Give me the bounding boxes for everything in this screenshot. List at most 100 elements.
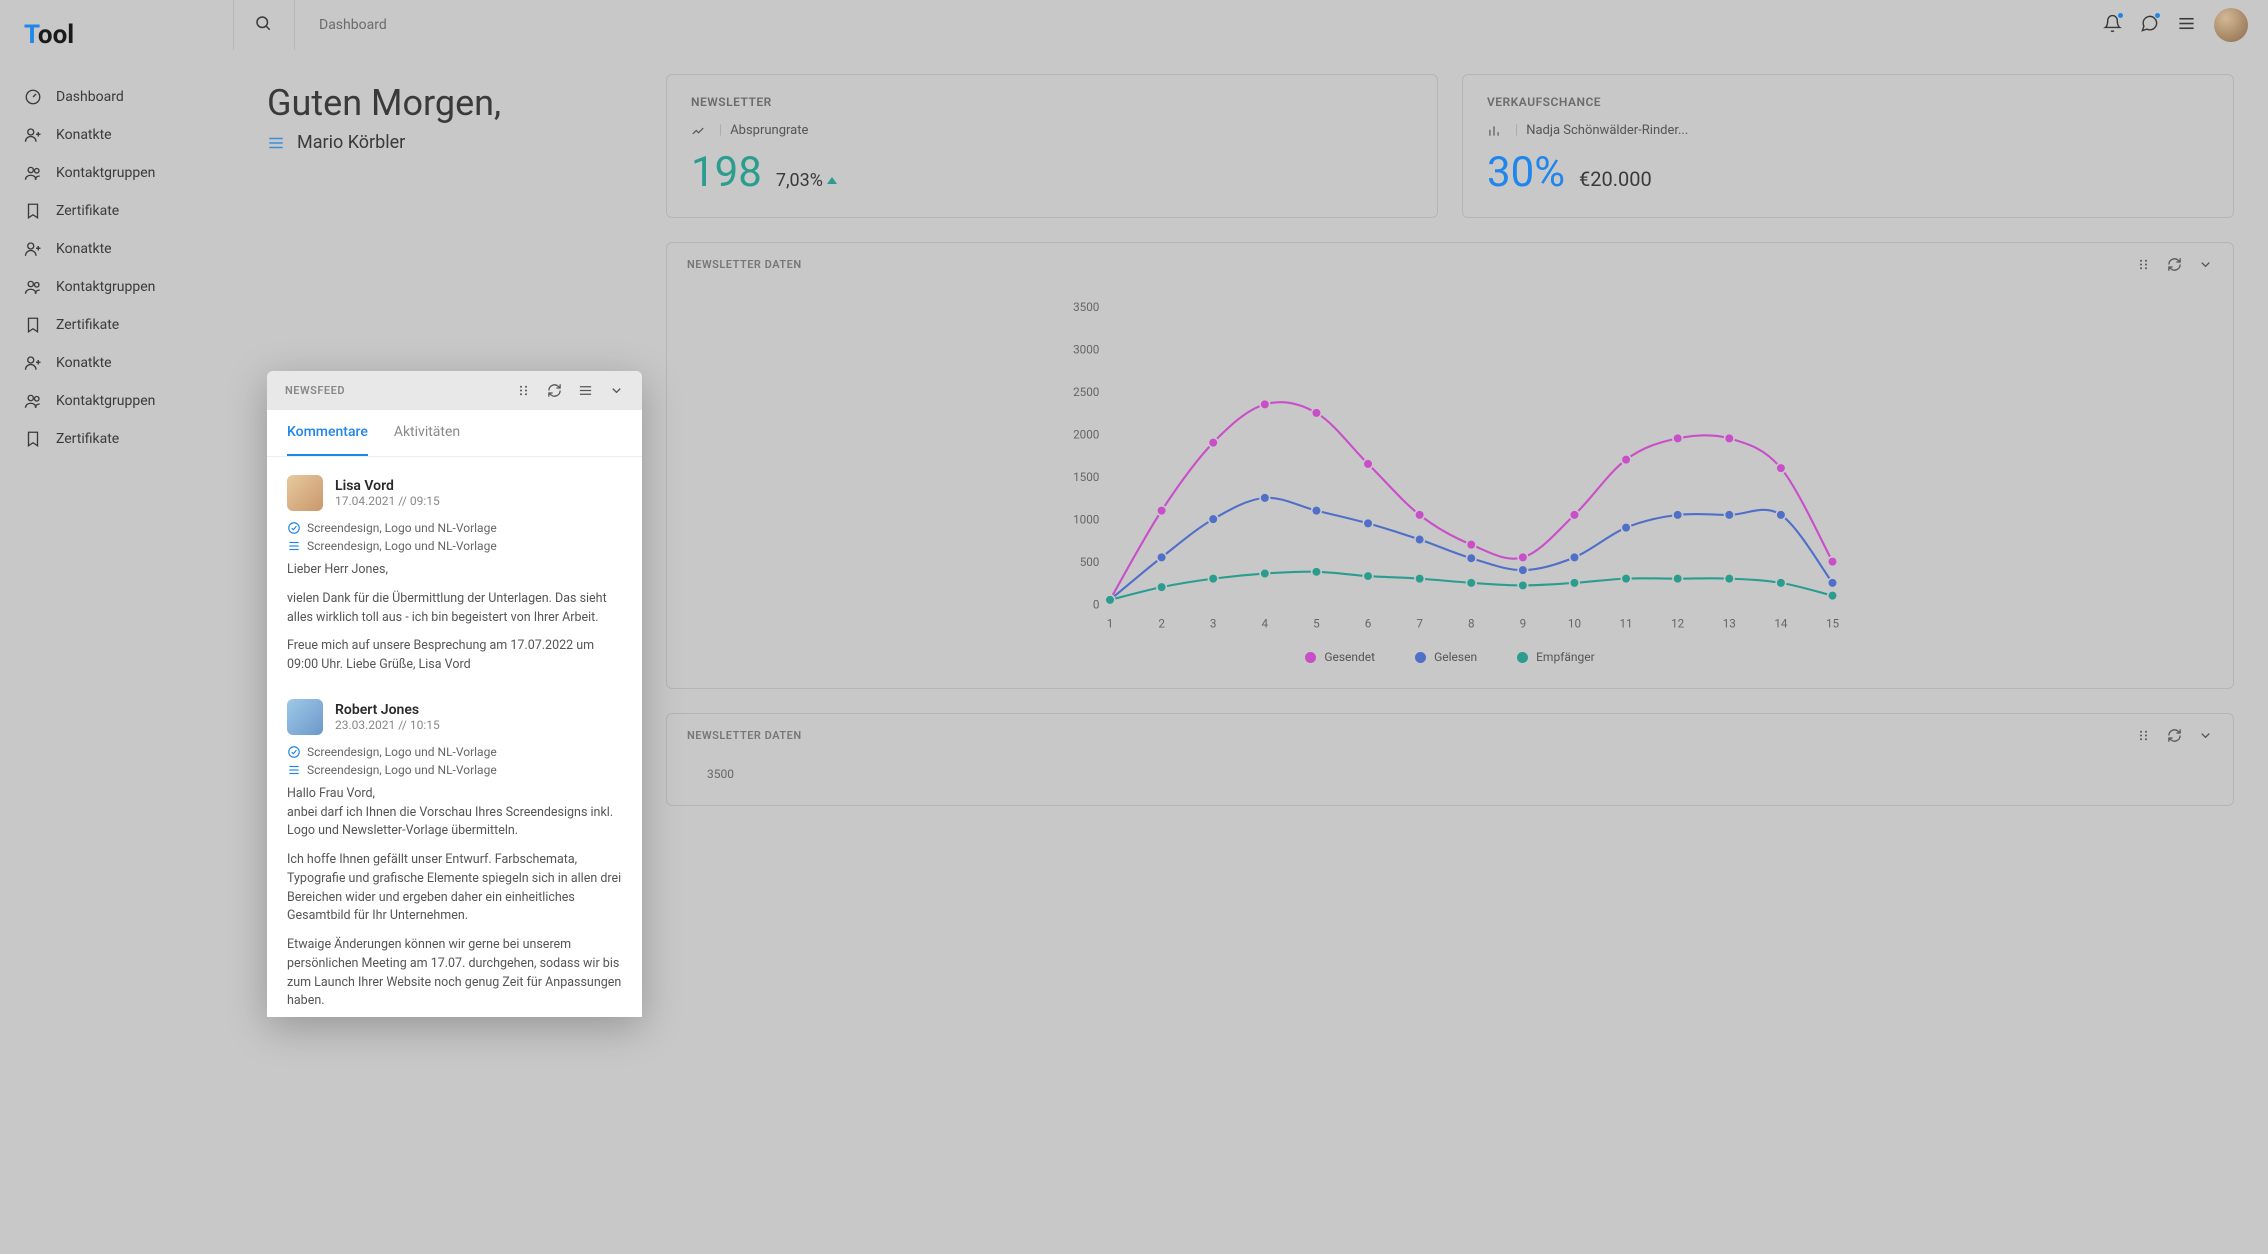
sidebar-item-label: Konatkte	[56, 355, 112, 371]
refresh-icon[interactable]	[2167, 257, 2182, 272]
sidebar-item-kontaktgruppen[interactable]: Kontaktgruppen	[0, 268, 233, 306]
bar-chart-icon	[1487, 124, 1501, 138]
kpi-title: VERKAUFSCHANCE	[1487, 95, 2209, 109]
comment-name: Lisa Vord	[335, 478, 440, 494]
drag-icon[interactable]	[516, 383, 531, 398]
chevron-down-icon[interactable]	[2198, 257, 2213, 272]
comment-tag: Screendesign, Logo und NL-Vorlage	[287, 745, 622, 759]
svg-text:1500: 1500	[1073, 470, 1099, 484]
list-icon[interactable]	[578, 383, 593, 398]
bell-icon[interactable]	[2103, 14, 2122, 37]
comment-date: 17.04.2021 // 09:15	[335, 494, 440, 508]
sidebar-item-konatkte[interactable]: Konatkte	[0, 344, 233, 382]
svg-text:10: 10	[1568, 617, 1581, 631]
legend-item[interactable]: Gelesen	[1415, 650, 1477, 664]
sidebar-item-label: Kontaktgruppen	[56, 393, 155, 409]
breadcrumb: Dashboard	[319, 17, 387, 33]
kpi-value: 198	[691, 148, 762, 197]
chart-legend: Gesendet Gelesen Empfänger	[687, 650, 2213, 664]
svg-text:2: 2	[1158, 617, 1165, 631]
newsfeed-body: Lisa Vord17.04.2021 // 09:15 Screendesign…	[267, 457, 642, 1017]
line-chart: 0500100015002000250030003500123456789101…	[687, 296, 2213, 636]
chart2-ytick: 3500	[687, 767, 2213, 781]
sidebar-item-zertifikate[interactable]: Zertifikate	[0, 192, 233, 230]
chart-title: NEWSLETTER DATEN	[687, 729, 802, 742]
comment-date: 23.03.2021 // 10:15	[335, 718, 440, 732]
refresh-icon[interactable]	[547, 383, 562, 398]
sidebar-item-kontaktgruppen[interactable]: Kontaktgruppen	[0, 154, 233, 192]
sidebar-item-konatkte[interactable]: Konatkte	[0, 230, 233, 268]
chart-card-1: NEWSLETTER DATEN 0 500 1000 1500 2000 2500 300…	[666, 242, 2234, 689]
sidebar-item-kontaktgruppen[interactable]: Kontaktgruppen	[0, 382, 233, 420]
svg-text:15: 15	[1826, 617, 1840, 631]
tab-aktivitäten[interactable]: Aktivitäten	[394, 410, 460, 456]
newsfeed-card: NEWSFEED Kommentare Aktivitäten Lisa Vord…	[267, 371, 642, 1017]
legend-item[interactable]: Gesendet	[1305, 650, 1375, 664]
kpi-sublabel: Absprungrate	[730, 123, 808, 138]
comment-body: Lieber Herr Jones,vielen Dank für die Üb…	[287, 561, 622, 675]
comment-body: Hallo Frau Vord,anbei darf ich Ihnen die…	[287, 785, 622, 1017]
greeting-text: Guten Morgen,	[267, 82, 642, 124]
chat-icon[interactable]	[2140, 14, 2159, 37]
kpi-title: NEWSLETTER	[691, 95, 1413, 109]
svg-text:13: 13	[1723, 617, 1736, 631]
comment-tag: Screendesign, Logo und NL-Vorlage	[287, 763, 622, 777]
chart-title: NEWSLETTER DATEN	[687, 258, 802, 271]
svg-text:3500: 3500	[1073, 300, 1099, 314]
sidebar: Tool Dashboard Konatkte Kontaktgruppen Zert…	[0, 0, 233, 1254]
svg-text:14: 14	[1774, 617, 1788, 631]
svg-text:500: 500	[1080, 555, 1100, 569]
svg-text:1000: 1000	[1073, 512, 1099, 526]
kpi-value: 30%	[1487, 148, 1565, 197]
avatar[interactable]	[2214, 8, 2248, 42]
sidebar-item-label: Zertifikate	[56, 317, 119, 333]
list-icon	[267, 134, 285, 152]
drag-icon[interactable]	[2136, 257, 2151, 272]
chevron-down-icon[interactable]	[2198, 728, 2213, 743]
svg-text:0: 0	[1093, 597, 1100, 611]
comment-name: Robert Jones	[335, 702, 440, 718]
kpi-sublabel: Nadja Schönwälder-Rinder...	[1526, 123, 1688, 138]
svg-text:11: 11	[1620, 617, 1633, 631]
refresh-icon[interactable]	[2167, 728, 2182, 743]
nav-list: Dashboard Konatkte Kontaktgruppen Zertifika…	[0, 78, 233, 458]
sidebar-item-label: Kontaktgruppen	[56, 165, 155, 181]
tab-kommentare[interactable]: Kommentare	[287, 410, 368, 456]
comment-tag: Screendesign, Logo und NL-Vorlage	[287, 521, 622, 535]
svg-text:2500: 2500	[1073, 385, 1099, 399]
newsfeed-tabs: Kommentare Aktivitäten	[267, 410, 642, 457]
sidebar-item-dashboard[interactable]: Dashboard	[0, 78, 233, 116]
drag-icon[interactable]	[2136, 728, 2151, 743]
legend-item[interactable]: Empfänger	[1517, 650, 1595, 664]
sidebar-item-label: Konatkte	[56, 127, 112, 143]
search-icon[interactable]	[254, 14, 272, 36]
greeting-user-name: Mario Körbler	[297, 132, 405, 153]
sidebar-item-konatkte[interactable]: Konatkte	[0, 116, 233, 154]
sidebar-item-zertifikate[interactable]: Zertifikate	[0, 420, 233, 458]
menu-icon[interactable]	[2177, 14, 2196, 37]
svg-text:3: 3	[1210, 617, 1217, 631]
chevron-down-icon[interactable]	[609, 383, 624, 398]
svg-text:3000: 3000	[1073, 342, 1099, 356]
greeting: Guten Morgen, Mario Körbler	[267, 82, 642, 153]
comment-avatar	[287, 699, 323, 735]
chart-icon	[691, 124, 705, 138]
svg-text:4: 4	[1262, 617, 1269, 631]
kpi-newsletter: NEWSLETTER | Absprungrate 198 7,03%	[666, 74, 1438, 218]
sidebar-item-zertifikate[interactable]: Zertifikate	[0, 306, 233, 344]
logo[interactable]: Tool	[0, 0, 233, 78]
comment: Lisa Vord17.04.2021 // 09:15 Screendesign…	[287, 475, 622, 675]
chart-card-2: NEWSLETTER DATEN 3500	[666, 713, 2234, 806]
svg-text:7: 7	[1416, 617, 1423, 631]
comment: Robert Jones23.03.2021 // 10:15 Screendes…	[287, 699, 622, 1017]
comment-tag: Screendesign, Logo und NL-Vorlage	[287, 539, 622, 553]
sidebar-item-label: Konatkte	[56, 241, 112, 257]
svg-text:1: 1	[1107, 617, 1114, 631]
sidebar-item-label: Dashboard	[56, 89, 124, 105]
newsfeed-title: NEWSFEED	[285, 384, 345, 397]
sidebar-item-label: Zertifikate	[56, 431, 119, 447]
comment-avatar	[287, 475, 323, 511]
svg-text:2000: 2000	[1073, 427, 1099, 441]
kpi-secondary: €20.000	[1579, 167, 1652, 191]
trend-up-icon	[827, 177, 837, 184]
